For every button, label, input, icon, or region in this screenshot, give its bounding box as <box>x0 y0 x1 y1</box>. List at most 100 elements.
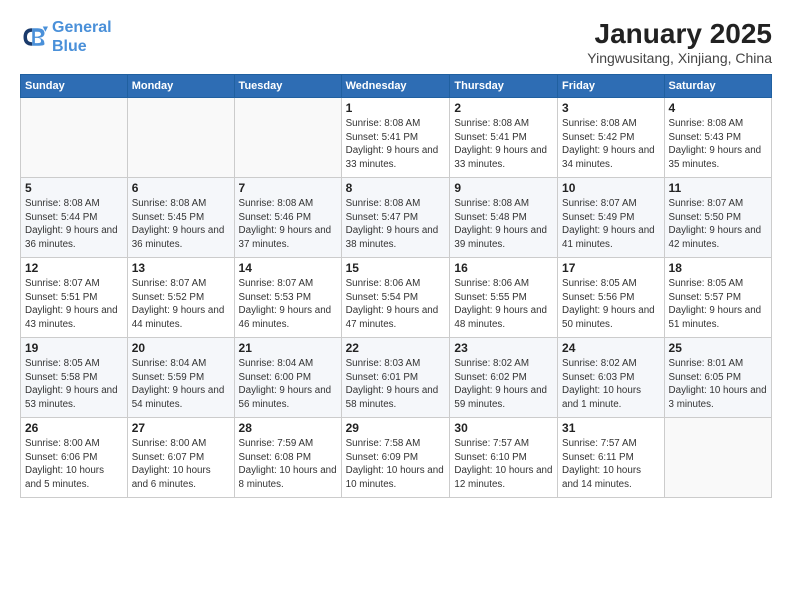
day-info: Sunrise: 8:08 AM Sunset: 5:42 PM Dayligh… <box>562 117 660 172</box>
calendar-week-2: 5 Sunrise: 8:08 AM Sunset: 5:44 PM Daylig… <box>21 178 772 258</box>
day-number: 8 <box>346 181 446 195</box>
day-number: 7 <box>239 181 337 195</box>
day-number: 11 <box>669 181 767 195</box>
calendar-cell <box>664 418 771 498</box>
day-number: 13 <box>132 261 230 275</box>
day-info: Sunrise: 8:08 AM Sunset: 5:48 PM Dayligh… <box>454 197 553 252</box>
day-info: Sunrise: 8:07 AM Sunset: 5:53 PM Dayligh… <box>239 277 337 332</box>
calendar-cell <box>234 98 341 178</box>
day-number: 24 <box>562 341 660 355</box>
day-number: 9 <box>454 181 553 195</box>
day-info: Sunrise: 8:03 AM Sunset: 6:01 PM Dayligh… <box>346 357 446 412</box>
day-number: 14 <box>239 261 337 275</box>
calendar-cell: 19Sunrise: 8:05 AM Sunset: 5:58 PM Dayli… <box>21 338 128 418</box>
calendar-cell: 14 Sunrise: 8:07 AM Sunset: 5:53 PM Dayli… <box>234 258 341 338</box>
day-number: 10 <box>562 181 660 195</box>
weekday-header-monday: Monday <box>127 75 234 98</box>
day-info: Sunrise: 8:07 AM Sunset: 5:50 PM Dayligh… <box>669 197 767 252</box>
calendar-cell: 29 Sunrise: 7:58 AM Sunset: 6:09 PM Dayli… <box>341 418 450 498</box>
weekday-header-thursday: Thursday <box>450 75 558 98</box>
calendar-cell: 13 Sunrise: 8:07 AM Sunset: 5:52 PM Dayli… <box>127 258 234 338</box>
day-info: Sunrise: 8:01 AM Sunset: 6:05 PM Dayligh… <box>669 357 767 412</box>
day-info: Sunrise: 8:02 AM Sunset: 6:02 PM Dayligh… <box>454 357 553 412</box>
day-info: Sunrise: 8:08 AM Sunset: 5:44 PM Dayligh… <box>25 197 123 252</box>
calendar-cell: 18 Sunrise: 8:05 AM Sunset: 5:57 PM Dayli… <box>664 258 771 338</box>
day-number: 21 <box>239 341 337 355</box>
day-number: 19 <box>25 341 123 355</box>
day-info: Sunrise: 7:58 AM Sunset: 6:09 PM Dayligh… <box>346 437 446 492</box>
calendar-cell: 25Sunrise: 8:01 AM Sunset: 6:05 PM Dayli… <box>664 338 771 418</box>
day-number: 22 <box>346 341 446 355</box>
calendar-cell <box>21 98 128 178</box>
day-number: 4 <box>669 101 767 115</box>
day-info: Sunrise: 8:08 AM Sunset: 5:41 PM Dayligh… <box>454 117 553 172</box>
logo: General Blue <box>20 18 112 56</box>
day-number: 17 <box>562 261 660 275</box>
day-number: 16 <box>454 261 553 275</box>
weekday-header-row: SundayMondayTuesdayWednesdayThursdayFrid… <box>21 75 772 98</box>
calendar-cell: 12 Sunrise: 8:07 AM Sunset: 5:51 PM Dayli… <box>21 258 128 338</box>
day-info: Sunrise: 7:57 AM Sunset: 6:10 PM Dayligh… <box>454 437 553 492</box>
day-info: Sunrise: 8:08 AM Sunset: 5:45 PM Dayligh… <box>132 197 230 252</box>
calendar-week-1: 1 Sunrise: 8:08 AM Sunset: 5:41 PM Daylig… <box>21 98 772 178</box>
day-number: 3 <box>562 101 660 115</box>
day-info: Sunrise: 7:57 AM Sunset: 6:11 PM Dayligh… <box>562 437 660 492</box>
weekday-header-wednesday: Wednesday <box>341 75 450 98</box>
weekday-header-friday: Friday <box>558 75 665 98</box>
calendar-cell: 8 Sunrise: 8:08 AM Sunset: 5:47 PM Daylig… <box>341 178 450 258</box>
calendar-week-5: 26Sunrise: 8:00 AM Sunset: 6:06 PM Dayli… <box>21 418 772 498</box>
calendar-cell: 22 Sunrise: 8:03 AM Sunset: 6:01 PM Dayli… <box>341 338 450 418</box>
day-info: Sunrise: 8:05 AM Sunset: 5:57 PM Dayligh… <box>669 277 767 332</box>
day-info: Sunrise: 8:07 AM Sunset: 5:52 PM Dayligh… <box>132 277 230 332</box>
calendar-cell: 16 Sunrise: 8:06 AM Sunset: 5:55 PM Dayli… <box>450 258 558 338</box>
calendar-cell: 6 Sunrise: 8:08 AM Sunset: 5:45 PM Daylig… <box>127 178 234 258</box>
calendar-cell <box>127 98 234 178</box>
calendar-cell: 21 Sunrise: 8:04 AM Sunset: 6:00 PM Dayli… <box>234 338 341 418</box>
day-info: Sunrise: 8:07 AM Sunset: 5:49 PM Dayligh… <box>562 197 660 252</box>
logo-icon <box>20 23 48 51</box>
day-info: Sunrise: 8:08 AM Sunset: 5:46 PM Dayligh… <box>239 197 337 252</box>
title-block: January 2025 Yingwusitang, Xinjiang, Chi… <box>587 18 772 66</box>
day-number: 2 <box>454 101 553 115</box>
day-number: 20 <box>132 341 230 355</box>
day-info: Sunrise: 8:06 AM Sunset: 5:54 PM Dayligh… <box>346 277 446 332</box>
day-number: 23 <box>454 341 553 355</box>
day-number: 29 <box>346 421 446 435</box>
day-number: 31 <box>562 421 660 435</box>
calendar-cell: 1 Sunrise: 8:08 AM Sunset: 5:41 PM Daylig… <box>341 98 450 178</box>
day-info: Sunrise: 8:06 AM Sunset: 5:55 PM Dayligh… <box>454 277 553 332</box>
calendar-week-4: 19Sunrise: 8:05 AM Sunset: 5:58 PM Dayli… <box>21 338 772 418</box>
day-number: 12 <box>25 261 123 275</box>
day-info: Sunrise: 7:59 AM Sunset: 6:08 PM Dayligh… <box>239 437 337 492</box>
day-info: Sunrise: 8:07 AM Sunset: 5:51 PM Dayligh… <box>25 277 123 332</box>
day-number: 6 <box>132 181 230 195</box>
day-info: Sunrise: 8:08 AM Sunset: 5:41 PM Dayligh… <box>346 117 446 172</box>
day-number: 5 <box>25 181 123 195</box>
day-info: Sunrise: 8:05 AM Sunset: 5:56 PM Dayligh… <box>562 277 660 332</box>
calendar-cell: 4 Sunrise: 8:08 AM Sunset: 5:43 PM Daylig… <box>664 98 771 178</box>
header: General Blue January 2025 Yingwusitang, … <box>20 18 772 66</box>
weekday-header-sunday: Sunday <box>21 75 128 98</box>
calendar-cell: 5 Sunrise: 8:08 AM Sunset: 5:44 PM Daylig… <box>21 178 128 258</box>
day-info: Sunrise: 8:02 AM Sunset: 6:03 PM Dayligh… <box>562 357 660 412</box>
day-number: 18 <box>669 261 767 275</box>
calendar-cell: 20Sunrise: 8:04 AM Sunset: 5:59 PM Dayli… <box>127 338 234 418</box>
day-info: Sunrise: 8:00 AM Sunset: 6:07 PM Dayligh… <box>132 437 230 492</box>
day-info: Sunrise: 8:04 AM Sunset: 6:00 PM Dayligh… <box>239 357 337 412</box>
day-number: 26 <box>25 421 123 435</box>
page-subtitle: Yingwusitang, Xinjiang, China <box>587 50 772 66</box>
weekday-header-tuesday: Tuesday <box>234 75 341 98</box>
calendar-cell: 30 Sunrise: 7:57 AM Sunset: 6:10 PM Dayli… <box>450 418 558 498</box>
calendar-cell: 15Sunrise: 8:06 AM Sunset: 5:54 PM Dayli… <box>341 258 450 338</box>
calendar-week-3: 12 Sunrise: 8:07 AM Sunset: 5:51 PM Dayli… <box>21 258 772 338</box>
calendar-cell: 17 Sunrise: 8:05 AM Sunset: 5:56 PM Dayli… <box>558 258 665 338</box>
calendar-cell: 7 Sunrise: 8:08 AM Sunset: 5:46 PM Daylig… <box>234 178 341 258</box>
day-number: 30 <box>454 421 553 435</box>
calendar-cell: 2 Sunrise: 8:08 AM Sunset: 5:41 PM Daylig… <box>450 98 558 178</box>
calendar-cell: 10 Sunrise: 8:07 AM Sunset: 5:49 PM Dayli… <box>558 178 665 258</box>
day-info: Sunrise: 8:08 AM Sunset: 5:43 PM Dayligh… <box>669 117 767 172</box>
page-title: January 2025 <box>587 18 772 50</box>
weekday-header-saturday: Saturday <box>664 75 771 98</box>
day-info: Sunrise: 8:08 AM Sunset: 5:47 PM Dayligh… <box>346 197 446 252</box>
day-number: 1 <box>346 101 446 115</box>
